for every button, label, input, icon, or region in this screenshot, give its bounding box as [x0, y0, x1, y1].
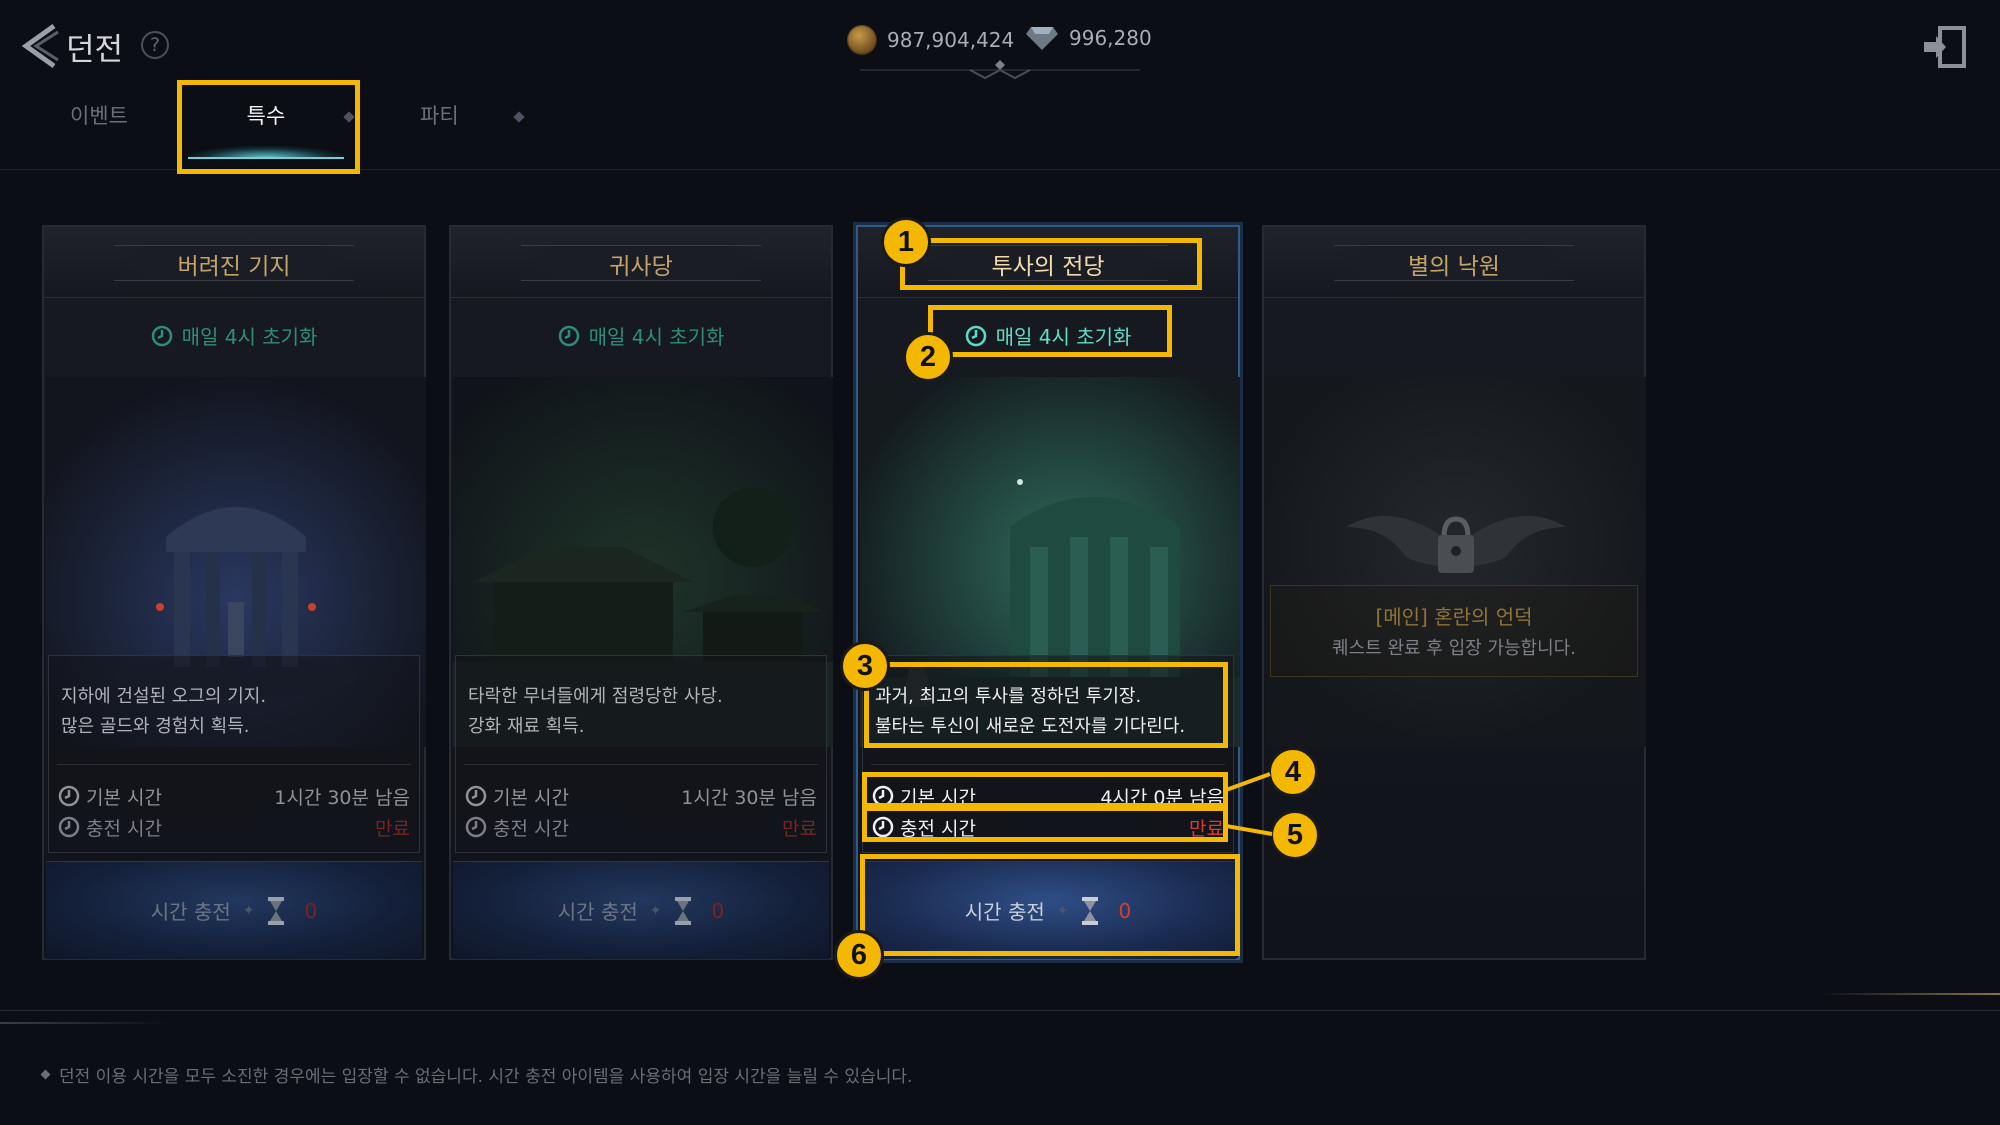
time-charge-button[interactable]: 시간 충전 ✦ 0 [453, 861, 829, 959]
bullet-icon [40, 1069, 51, 1080]
time-charge-button[interactable]: 시간 충전 ✦ 0 [46, 861, 422, 959]
time-charge-count: 0 [711, 898, 725, 923]
description: 타락한 무녀들에게 점령당한 사당. 강화 재료 획득. [468, 682, 723, 742]
description: 지하에 건설된 오그의 기지. 많은 골드와 경험치 획득. [61, 682, 266, 742]
footer-note: 던전 이용 시간을 모두 소진한 경우에는 입장할 수 없습니다. 시간 충전 … [40, 1062, 913, 1087]
lock-icon [1266, 377, 1646, 747]
hourglass-icon [268, 896, 285, 925]
description-line: 타락한 무녀들에게 점령당한 사당. [468, 686, 723, 707]
base-time-label: 기본 시간 [86, 786, 162, 809]
marker-3: 3 [840, 641, 890, 691]
marker-pointer-lines [1226, 772, 1273, 836]
gem-icon [1026, 27, 1058, 50]
base-time-value: 1시간 30분 남음 [274, 786, 410, 809]
lock-requirement-desc: 퀘스트 완료 후 입장 가능합니다. [1332, 638, 1576, 659]
time-charge-label: 시간 충전 [557, 900, 638, 924]
reset-text: 매일 4시 초기화 [181, 325, 318, 349]
clock-icon [58, 816, 80, 838]
reset-info: 매일 4시 초기화 [451, 321, 831, 350]
clock-icon [465, 816, 487, 838]
lock-message-box [1270, 585, 1638, 677]
gem-currency: 996,280 [1025, 25, 1152, 51]
card-header: 버려진 기지 [44, 227, 424, 298]
charge-time-value: 만료 [782, 817, 817, 840]
highlight-card-title [900, 238, 1202, 290]
divider [464, 764, 818, 765]
card-header: 별의 낙원 [1264, 227, 1644, 298]
card-title: 귀사당 [609, 254, 673, 280]
exit-icon[interactable] [1922, 24, 1972, 70]
description-line: 지하에 건설된 오그의 기지. [61, 686, 267, 707]
sparkle-icon: ✦ [649, 902, 662, 919]
footer-divider [0, 1010, 2000, 1011]
hourglass-icon [675, 896, 692, 925]
divider [57, 764, 411, 765]
gold-coin-icon [847, 25, 877, 55]
base-time-row: 기본 시간 1시간 30분 남음 [465, 783, 817, 809]
dungeon-card-abandoned-base[interactable]: 버려진 기지 매일 4시 초기화 지하에 건설된 오그의 기지. 많은 골드와 … [42, 225, 426, 960]
marker-5: 5 [1270, 810, 1320, 860]
help-icon[interactable]: ? [141, 31, 169, 59]
clock-icon [558, 325, 579, 346]
marker-2: 2 [903, 332, 953, 382]
gem-amount: 996,280 [1069, 26, 1152, 50]
charge-time-label: 충전 시간 [493, 817, 569, 840]
charge-time-row: 충전 시간 만료 [465, 814, 817, 840]
footer-accent [1820, 993, 2000, 995]
tab-party[interactable]: 파티 [420, 100, 459, 130]
header-ornament [860, 60, 1140, 80]
tab-event[interactable]: 이벤트 [70, 100, 128, 130]
highlight-charge-time [862, 806, 1228, 842]
marker-6: 6 [834, 930, 884, 980]
description-line: 많은 골드와 경험치 획득. [61, 716, 250, 737]
highlight-reset-info [928, 305, 1172, 357]
clock-icon [151, 325, 172, 346]
clock-icon [465, 785, 487, 807]
reset-text: 매일 4시 초기화 [588, 325, 725, 349]
gold-currency: 987,904,424 [847, 25, 1014, 55]
highlight-charge-button [860, 854, 1240, 956]
back-arrow-icon[interactable] [18, 22, 62, 70]
highlight-base-time [862, 772, 1228, 808]
charge-time-value: 만료 [375, 817, 410, 840]
highlight-description [864, 662, 1228, 748]
lock-requirement-title: [메인] 혼란의 언덕 [1375, 605, 1533, 629]
footer-accent [0, 1022, 170, 1024]
card-title: 버려진 기지 [177, 254, 291, 280]
card-header: 귀사당 [451, 227, 831, 298]
base-time-label: 기본 시간 [493, 786, 569, 809]
gold-amount: 987,904,424 [887, 28, 1015, 52]
dungeon-card-star-paradise: 별의 낙원 [메인] 혼란의 언덕 퀘스트 완료 후 입장 가능합니다. [1262, 225, 1646, 960]
charge-time-row: 충전 시간 만료 [58, 814, 410, 840]
base-time-value: 1시간 30분 남음 [681, 786, 817, 809]
page-title: 던전 [66, 32, 124, 68]
description-line: 강화 재료 획득. [468, 716, 585, 737]
time-charge-label: 시간 충전 [150, 900, 231, 924]
divider [871, 764, 1225, 765]
reset-info: 매일 4시 초기화 [44, 321, 424, 350]
card-title: 별의 낙원 [1408, 254, 1500, 280]
highlight-tab-special [177, 80, 360, 174]
marker-1: 1 [881, 217, 931, 267]
charge-time-label: 충전 시간 [86, 817, 162, 840]
time-charge-count: 0 [304, 898, 318, 923]
base-time-row: 기본 시간 1시간 30분 남음 [58, 783, 410, 809]
clock-icon [58, 785, 80, 807]
footer-note-text: 던전 이용 시간을 모두 소진한 경우에는 입장할 수 없습니다. 시간 충전 … [59, 1067, 913, 1087]
sparkle-icon: ✦ [242, 902, 255, 919]
tab-separator [513, 111, 525, 123]
dungeon-card-ghost-shrine[interactable]: 귀사당 매일 4시 초기화 타락한 무녀들에게 점령당한 사당. 강화 재료 획… [449, 225, 833, 960]
